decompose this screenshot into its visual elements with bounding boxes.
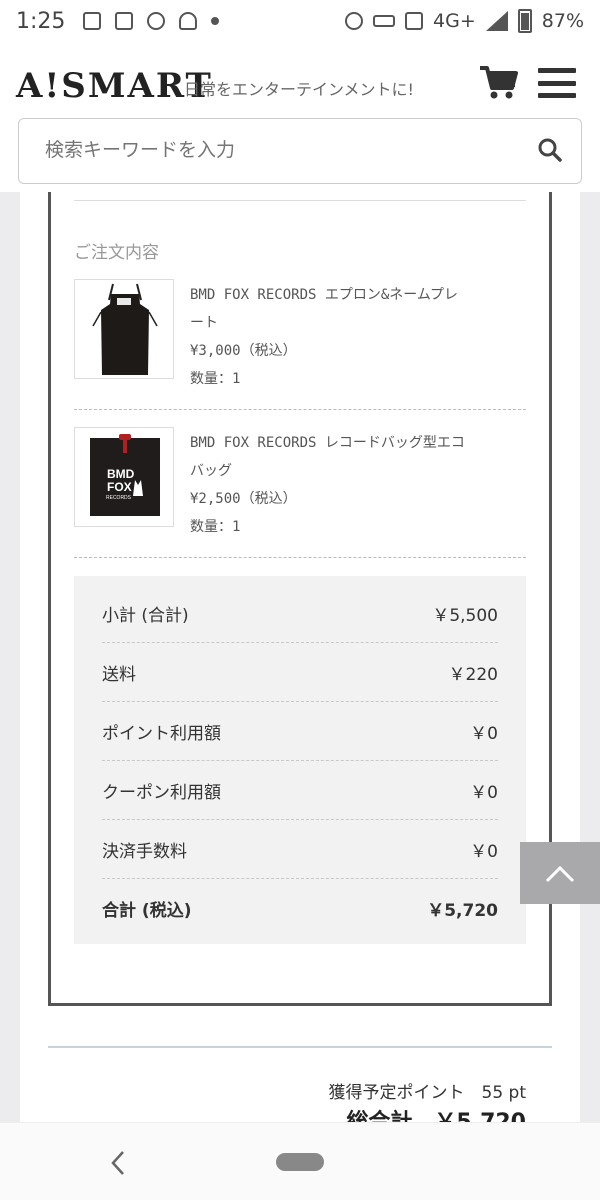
mail-icon <box>115 12 134 30</box>
divider <box>48 1046 552 1048</box>
search-input[interactable] <box>45 139 505 161</box>
alarm-icon <box>345 12 364 30</box>
summary-value: ￥0 <box>470 782 498 803</box>
site-tagline: 日常をエンターテインメントに! <box>184 80 414 99</box>
item-divider <box>74 557 526 558</box>
summary-value: ￥0 <box>470 723 498 744</box>
hamburger-menu-icon[interactable] <box>538 68 576 98</box>
item-thumbnail-apron[interactable] <box>74 279 174 379</box>
summary-label: 小計 (合計) <box>102 605 189 626</box>
order-item: BMD FOX RECORDS BMD FOX RECORDS レコードバッグ型… <box>74 427 526 535</box>
system-icons: 4G+ 87% <box>345 9 584 33</box>
mute-icon <box>405 12 424 30</box>
apron-image <box>92 283 158 375</box>
item-divider <box>74 409 526 410</box>
summary-value: ￥5,720 <box>427 900 498 921</box>
item-quantity: 数量：1 <box>190 519 241 535</box>
summary-label: 送料 <box>102 664 136 685</box>
signal-icon <box>485 11 508 31</box>
grand-total: 総合計 ￥5,720 <box>346 1104 526 1122</box>
item-info: BMD FOX RECORDS エプロン&ネームプレ ート ¥3,000（税込）… <box>190 281 520 393</box>
summary-value: ￥5,500 <box>432 605 498 626</box>
more-notifications-icon <box>211 17 220 25</box>
summary-value: ￥0 <box>470 841 498 862</box>
divider <box>74 200 526 201</box>
record-bag-image: BMD FOX RECORDS <box>90 434 160 516</box>
item-name-continued: ート <box>190 315 218 331</box>
order-section-title: ご注文内容 <box>74 243 159 263</box>
lightbulb-icon <box>179 12 198 30</box>
order-summary: 小計 (合計) ￥5,500 送料 ￥220 ポイント利用額 ￥0 クーポン利用… <box>74 576 526 944</box>
system-nav-bar <box>0 1122 600 1200</box>
order-item: BMD FOX RECORDS エプロン&ネームプレ ート ¥3,000（税込）… <box>74 279 526 387</box>
status-time: 1:25 <box>16 8 66 34</box>
earned-points: 獲得予定ポイント 55 pt <box>328 1083 527 1103</box>
sim-icon <box>83 12 102 30</box>
back-icon[interactable] <box>108 1149 128 1177</box>
summary-label: 合計 (税込) <box>102 900 192 921</box>
bag-logo-text-1: BMD <box>107 467 135 481</box>
bag-logo-text-2: FOX <box>107 480 132 494</box>
item-name[interactable]: BMD FOX RECORDS エプロン&ネームプレ <box>190 281 520 309</box>
summary-row-shipping: 送料 ￥220 <box>102 643 498 701</box>
summary-row-subtotal: 小計 (合計) ￥5,500 <box>102 584 498 642</box>
summary-row-fee: 決済手数料 ￥0 <box>102 820 498 878</box>
battery-icon <box>517 9 532 33</box>
key-icon <box>373 15 396 27</box>
summary-label: クーポン利用額 <box>102 782 221 803</box>
bag-logo-text-3: RECORDS <box>106 495 132 501</box>
wifi-calling-icon <box>147 12 166 30</box>
search-bar <box>18 118 582 184</box>
item-price: ¥3,000（税込） <box>190 343 297 359</box>
summary-label: ポイント利用額 <box>102 723 221 744</box>
summary-row-total: 合計 (税込) ￥5,720 <box>102 879 498 937</box>
chevron-up-icon <box>545 865 575 883</box>
item-quantity: 数量：1 <box>190 371 241 387</box>
battery-level: 87% <box>541 10 584 32</box>
item-name[interactable]: BMD FOX RECORDS レコードバッグ型エコ <box>190 429 520 457</box>
site-header: A!SMART 日常をエンターテインメントに! <box>0 42 600 192</box>
home-button[interactable] <box>276 1153 324 1171</box>
item-info: BMD FOX RECORDS レコードバッグ型エコ バッグ ¥2,500（税込… <box>190 429 520 541</box>
network-type: 4G+ <box>433 10 476 32</box>
summary-row-coupon: クーポン利用額 ￥0 <box>102 761 498 819</box>
notification-icons <box>83 12 220 30</box>
cart-icon[interactable] <box>478 64 518 100</box>
summary-row-points: ポイント利用額 ￥0 <box>102 702 498 760</box>
search-icon[interactable] <box>537 137 563 163</box>
summary-label: 決済手数料 <box>102 841 187 862</box>
summary-value: ￥220 <box>448 664 498 685</box>
scroll-to-top-button[interactable] <box>520 842 600 904</box>
item-price: ¥2,500（税込） <box>190 491 297 507</box>
item-name-continued: バッグ <box>190 463 232 479</box>
status-bar: 1:25 4G+ 87% <box>0 0 600 42</box>
item-thumbnail-bag[interactable]: BMD FOX RECORDS <box>74 427 174 527</box>
